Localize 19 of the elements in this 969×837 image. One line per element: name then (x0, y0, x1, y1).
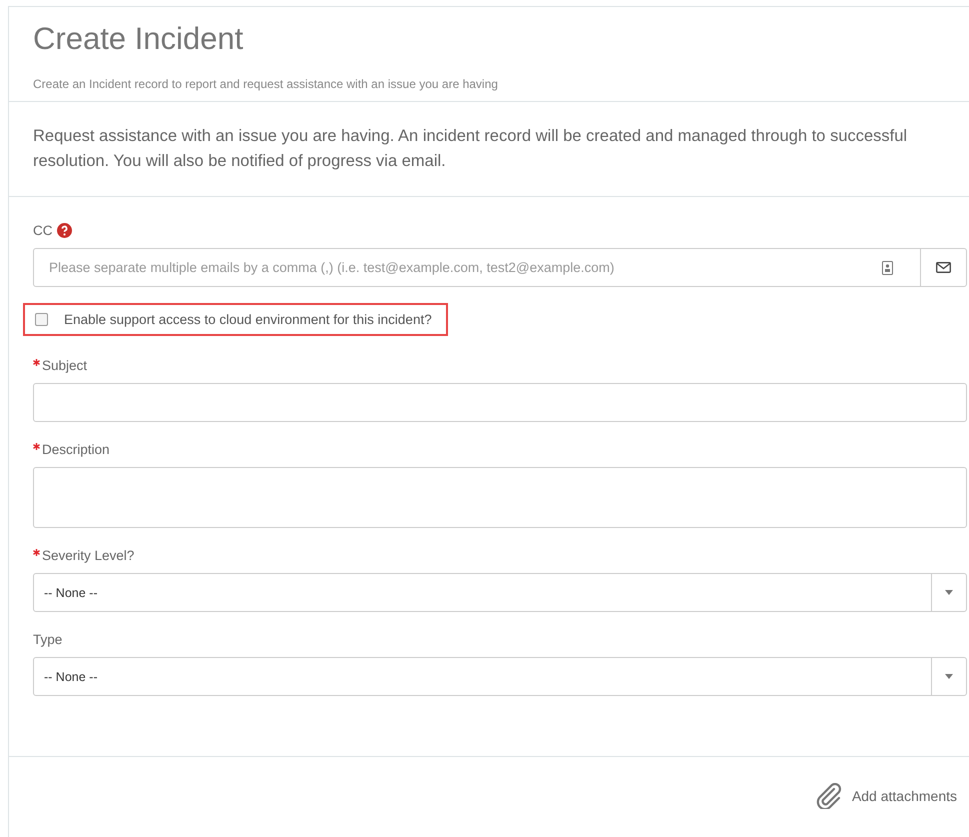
select-field[interactable]: -- None -- (33, 657, 967, 696)
field-label: Type (33, 632, 62, 647)
checkbox[interactable] (35, 313, 48, 326)
checkbox-label: Enable support access to cloud environment for this incident? (64, 312, 432, 327)
help-icon[interactable] (56, 223, 72, 238)
page-title: Create Incident (33, 21, 244, 57)
caret-icon (945, 590, 953, 595)
intro-text: Request assistance with an issue you are having. An incident record will be created and managed through to successful resolution. You will also be notified of progress via email. (9, 102, 969, 197)
add-attachments-link[interactable]: Add attachments (814, 783, 957, 809)
contact-card-icon[interactable] (882, 260, 893, 274)
page-subtitle: Create an Incident record to report and request assistance with an issue you are having (33, 77, 499, 91)
envelope-icon (936, 262, 951, 273)
field-label: Severity Level? (42, 548, 134, 563)
caret-icon (945, 674, 953, 679)
select-field[interactable]: -- None -- (33, 573, 967, 612)
field-label: Description (42, 442, 110, 457)
field-label: CC (33, 223, 52, 238)
field-label: Subject (42, 358, 88, 373)
text-field[interactable] (33, 383, 967, 422)
